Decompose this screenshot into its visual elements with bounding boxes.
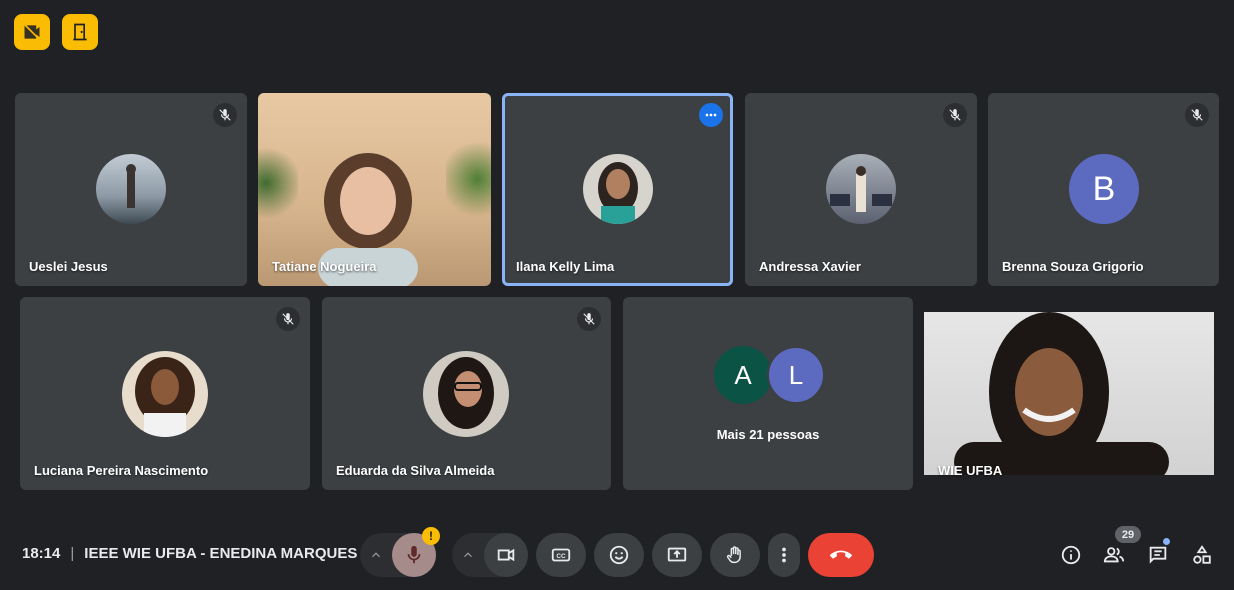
- camera-control-group: [452, 533, 528, 577]
- more-options-group: [768, 533, 800, 577]
- microphone-button[interactable]: !: [392, 527, 440, 577]
- audio-options-pill: !: [360, 527, 440, 577]
- meeting-info: 18:14 | IEEE WIE UFBA - ENEDINA MARQUES: [22, 545, 357, 562]
- video-options-pill: [452, 533, 528, 577]
- reactions-group: [594, 533, 644, 577]
- more-options-button[interactable]: [768, 533, 800, 577]
- participant-tile[interactable]: Luciana Pereira Nascimento: [20, 297, 310, 490]
- participant-tile-active[interactable]: Ilana Kelly Lima: [502, 93, 733, 286]
- svg-text:CC: CC: [556, 553, 566, 560]
- mic-muted-icon: [213, 103, 237, 127]
- separator: |: [70, 545, 75, 562]
- hand-icon: [726, 546, 741, 564]
- meeting-controls-bar: 18:14 | IEEE WIE UFBA - ENEDINA MARQUES …: [0, 525, 1234, 585]
- avatar: [826, 154, 896, 224]
- activities-icon[interactable]: [1190, 543, 1214, 567]
- avatar-initial: L: [767, 346, 825, 404]
- more-people-label: Mais 21 pessoas: [716, 427, 820, 442]
- chat-icon[interactable]: [1146, 543, 1170, 567]
- participant-tile[interactable]: Tatiane Nogueira: [258, 93, 491, 286]
- avatar: [122, 351, 208, 437]
- captions-button[interactable]: CC: [536, 533, 586, 577]
- participant-tile[interactable]: Ueslei Jesus: [15, 93, 247, 286]
- participant-tile[interactable]: Andressa Xavier: [745, 93, 977, 286]
- mic-muted-icon: [577, 307, 601, 331]
- mic-muted-icon: [943, 103, 967, 127]
- participant-name: WIE UFBA: [938, 463, 1003, 478]
- participant-name: Eduarda da Silva Almeida: [336, 463, 495, 478]
- reactions-button[interactable]: [594, 533, 644, 577]
- mic-muted-icon: [1185, 103, 1209, 127]
- present-screen-icon: [667, 547, 687, 562]
- participant-tile[interactable]: B Brenna Souza Grigorio: [988, 93, 1219, 286]
- captions-group: CC: [536, 533, 586, 577]
- warning-badge: !: [422, 527, 440, 545]
- people-icon[interactable]: [1102, 543, 1126, 567]
- participant-name: Ilana Kelly Lima: [516, 259, 615, 274]
- participant-name: Luciana Pereira Nascimento: [34, 463, 209, 478]
- participant-tile[interactable]: Eduarda da Silva Almeida: [322, 297, 611, 490]
- camera-button[interactable]: [484, 533, 528, 577]
- participant-name: Tatiane Nogueira: [272, 259, 377, 274]
- end-call-button[interactable]: [808, 533, 874, 577]
- present-screen-button[interactable]: [652, 533, 702, 577]
- end-call-group: [808, 533, 874, 577]
- door-exit-icon[interactable]: [62, 14, 98, 50]
- chevron-up-icon[interactable]: [360, 533, 392, 577]
- top-toolbar: [14, 14, 98, 50]
- emoji-icon: [609, 545, 629, 565]
- plant-decoration: [258, 133, 298, 233]
- video-feed: [924, 312, 1214, 482]
- chat-notification-dot: [1163, 538, 1170, 545]
- chevron-up-icon[interactable]: [452, 533, 484, 577]
- avatar: [423, 351, 509, 437]
- avatar: [583, 154, 653, 224]
- meeting-time: 18:14: [22, 545, 61, 562]
- video-camera-icon: [497, 548, 515, 562]
- avatar-initial: B: [1069, 154, 1139, 224]
- more-vert-icon: [782, 547, 786, 563]
- mic-muted-icon: [276, 307, 300, 331]
- mic-icon: [407, 545, 421, 564]
- meeting-title: IEEE WIE UFBA - ENEDINA MARQUES: [84, 545, 358, 562]
- plant-decoration: [446, 143, 491, 233]
- participant-tile[interactable]: WIE UFBA: [924, 297, 1214, 490]
- avatar-initial: A: [714, 346, 772, 404]
- raise-hand-group: [710, 533, 760, 577]
- meeting-details-icon[interactable]: [1059, 543, 1083, 567]
- participant-name: Andressa Xavier: [759, 259, 861, 274]
- raise-hand-button[interactable]: [710, 533, 760, 577]
- video-off-icon[interactable]: [14, 14, 50, 50]
- more-options-icon[interactable]: [699, 103, 723, 127]
- present-group: [652, 533, 702, 577]
- closed-captions-icon: CC: [551, 548, 571, 562]
- avatar: [96, 154, 166, 224]
- participant-name: Ueslei Jesus: [29, 259, 108, 274]
- participants-count-badge: 29: [1115, 526, 1141, 543]
- participant-name: Brenna Souza Grigorio: [1002, 259, 1144, 274]
- phone-hangup-icon: [830, 550, 852, 559]
- mic-control-group: !: [360, 527, 440, 577]
- more-people-tile[interactable]: A L Mais 21 pessoas: [623, 297, 913, 490]
